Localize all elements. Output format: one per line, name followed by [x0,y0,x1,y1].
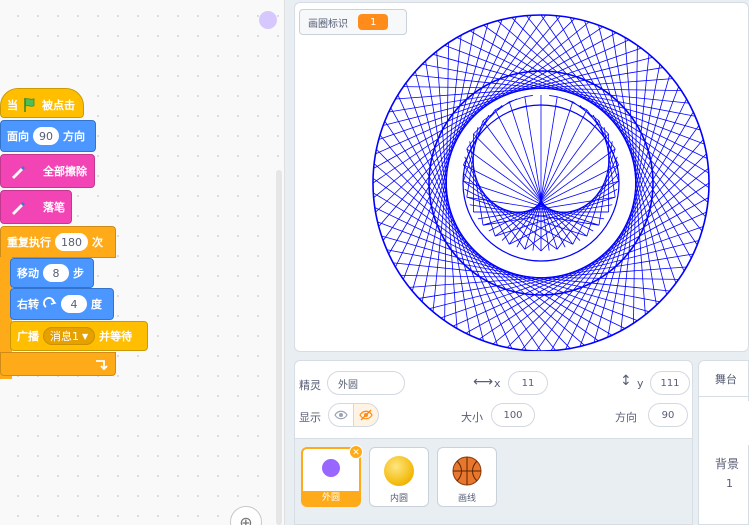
pen-line [549,95,558,98]
repeat-header[interactable]: 重复执行 180 次 [0,226,116,258]
direction-input[interactable]: 90 [33,127,59,145]
pen-line [495,196,616,237]
block-text: 并等待 [99,330,133,343]
eye-hidden-icon [359,409,373,421]
sprite-tile-name: 外圆 [303,491,359,505]
stage-thumbnail [705,401,749,445]
show-button[interactable] [328,403,354,427]
sprite-tile[interactable]: 内圆 [369,447,429,507]
sprite-tile-name: 内圆 [389,494,408,504]
pen-line [556,164,619,250]
monitor-label: 画圈标识 [308,18,348,30]
block-text: 面向 [7,130,29,143]
move-steps-block[interactable]: 移动 8 步 [10,258,94,288]
chevron-down-icon: ▼ [82,331,89,341]
sprite-properties: 精灵 外圆 ⟷ x 11 ↕ y 111 显示 大小 100 方向 90 [295,361,692,439]
pen-down-block[interactable]: 落笔 [0,190,72,224]
sprite-thumbnail-icon [384,456,414,486]
pen-drawing [372,14,710,351]
broadcast-and-wait-block[interactable]: 广播 消息1 ▼ 并等待 [10,321,148,351]
pen-line [524,95,533,98]
erase-all-block[interactable]: 全部擦除 [0,154,95,188]
pen-icon [7,160,29,182]
x-label: x [494,377,501,390]
block-text: 移动 [17,267,39,280]
hide-button[interactable] [353,403,379,427]
size-field[interactable]: 100 [491,403,535,427]
sprite-name-field[interactable]: 外圆 [327,371,405,395]
pen-line [524,180,619,250]
sprite-list: ✕ 外圆 内圆 画线 [295,439,692,524]
direction-label: 方向 [615,411,637,424]
degrees-input[interactable]: 4 [61,295,87,313]
pen-line [557,96,573,103]
scratch-editor: 当 被点击 面向 90 方向 全部擦除 落笔 重复执行 180 次 移动 8 步… [0,0,749,525]
zoom-in-button[interactable]: ⊕ [230,506,262,525]
turn-right-block[interactable]: 右转 4 度 [10,288,114,320]
delete-sprite-button[interactable]: ✕ [349,445,363,459]
sprite-tile[interactable]: 画线 [437,447,497,507]
backdrops-label: 背景 [715,457,740,471]
y-label: y [637,377,644,390]
block-text: 广播 [17,330,39,343]
rotate-right-icon [43,297,57,308]
x-field[interactable]: 11 [508,371,548,395]
pen-line [532,96,558,251]
y-field[interactable]: 111 [650,371,690,395]
block-text: 重复执行 [7,236,51,249]
pen-line [524,101,574,250]
vertical-scrollbar[interactable] [276,170,282,525]
pen-line [586,109,616,150]
x-arrows-icon: ⟷ [473,374,494,390]
pen-line [524,96,550,251]
sprite-indicator-icon [259,11,277,29]
basketball-icon [452,456,482,489]
size-label: 大小 [461,411,483,424]
code-area[interactable]: 当 被点击 面向 90 方向 全部擦除 落笔 重复执行 180 次 移动 8 步… [0,0,285,525]
block-text: 被点击 [42,99,75,112]
pen-line [466,196,587,237]
loop-arrow-icon [96,360,108,371]
block-text: 步 [73,267,84,280]
backdrops-count: 1 [726,477,733,490]
message-value: 消息1 [50,330,79,343]
block-text: 度 [91,298,102,311]
block-text: 全部擦除 [43,165,87,178]
block-text: 右转 [17,298,39,311]
message-dropdown[interactable]: 消息1 ▼ [43,327,96,345]
green-flag-icon [24,98,35,112]
y-arrows-icon: ↕ [620,373,632,389]
zoom-in-icon: ⊕ [239,512,253,525]
pen-line [509,96,525,103]
sprite-tile[interactable]: ✕ 外圆 [301,445,363,507]
sprite-label: 精灵 [299,379,321,392]
pen-line [469,141,484,226]
when-flag-clicked-block[interactable]: 当 被点击 [0,88,84,118]
sprite-thumbnail-icon [322,459,340,477]
stage[interactable]: 画圈标识 1 [294,2,749,352]
block-text: 方向 [63,130,85,143]
repeat-count-input[interactable]: 180 [55,233,88,251]
point-direction-block[interactable]: 面向 90 方向 [0,120,96,152]
block-text: 次 [92,236,103,249]
sprite-info-panel: 精灵 外圆 ⟷ x 11 ↕ y 111 显示 大小 100 方向 90 ✕ 外… [294,360,693,525]
stage-tab-label: 舞台 [699,361,748,397]
stage-selector[interactable]: 舞台 背景 1 [698,360,749,525]
eye-icon [334,410,348,420]
block-text: 落笔 [43,201,65,214]
pen-line [463,164,526,250]
show-label: 显示 [299,411,321,424]
direction-field[interactable]: 90 [648,403,688,427]
pen-line [508,101,558,250]
pen-icon [7,196,29,218]
steps-input[interactable]: 8 [43,264,69,282]
sprite-tile-name: 画线 [457,494,476,504]
block-text: 当 [7,99,18,112]
